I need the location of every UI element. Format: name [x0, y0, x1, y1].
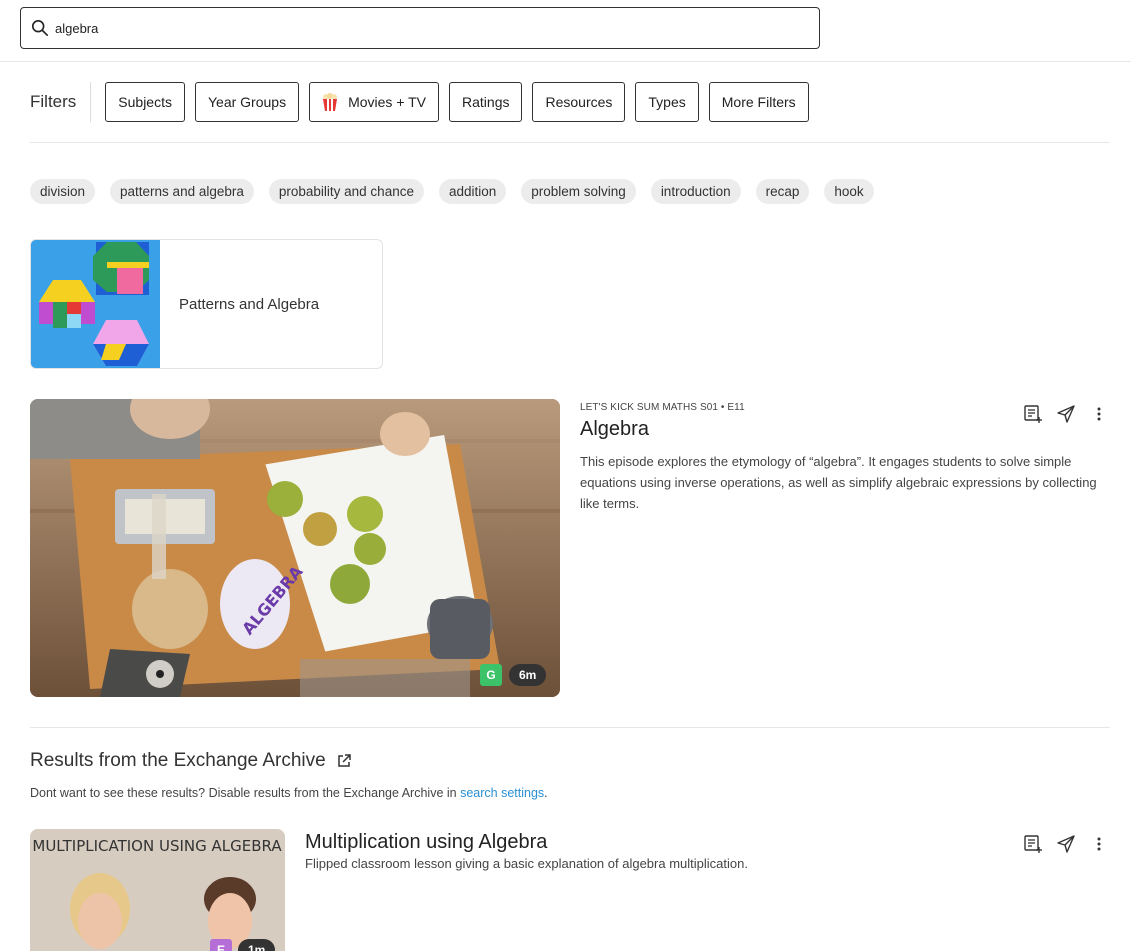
more-vertical-icon — [1097, 837, 1101, 851]
send-icon — [1057, 835, 1075, 853]
tag-chip[interactable]: patterns and algebra — [110, 179, 254, 204]
divider — [30, 142, 1110, 143]
tag-chip[interactable]: recap — [755, 179, 810, 204]
filter-ratings-button[interactable]: Ratings — [449, 82, 523, 122]
episode-title[interactable]: Algebra — [580, 418, 649, 441]
rating-badge: G — [480, 664, 502, 686]
search-settings-link[interactable]: search settings — [460, 786, 544, 800]
more-filters-label: More Filters — [721, 94, 796, 110]
episode-description: This episode explores the etymology of “… — [580, 454, 1097, 511]
filter-movies-tv-button[interactable]: Movies + TV — [309, 82, 440, 122]
episode-thumbnail[interactable]: ALGEBRA G 6m — [30, 399, 560, 697]
archive-title: Results from the Exchange Archive — [30, 750, 326, 771]
external-link-icon[interactable] — [336, 753, 352, 769]
duration-badge: 1m — [238, 939, 276, 951]
more-options-button[interactable] — [1089, 404, 1109, 424]
archive-item-image: MULTIPLICATION USING ALGEBRA — [30, 829, 285, 951]
filter-types-button[interactable]: Types — [635, 82, 699, 122]
filter-movies-tv-label: Movies + TV — [348, 94, 427, 110]
send-icon — [1057, 405, 1075, 423]
archive-item-actions — [1023, 834, 1122, 854]
episode-meta: LET'S KICK SUM MATHS S01 • E11 — [580, 402, 745, 413]
share-button[interactable] — [1056, 834, 1076, 854]
tag-chip[interactable]: probability and chance — [268, 179, 424, 204]
popcorn-icon — [323, 93, 338, 111]
duration-badge: 6m — [509, 664, 547, 686]
filter-year-groups-button[interactable]: Year Groups — [194, 82, 300, 122]
filter-subjects-button[interactable]: Subjects — [105, 82, 185, 122]
add-to-playlist-button[interactable] — [1023, 404, 1043, 424]
archive-note-text: Dont want to see these results? Disable … — [30, 786, 461, 800]
search-icon — [31, 19, 49, 37]
archive-item-title[interactable]: Multiplication using Algebra — [305, 831, 547, 854]
tag-chip[interactable]: introduction — [650, 179, 741, 204]
filter-year-groups-label: Year Groups — [207, 94, 287, 110]
more-vertical-icon — [1097, 407, 1101, 421]
archive-note: Dont want to see these results? Disable … — [30, 786, 548, 800]
collection-thumbnail — [31, 240, 160, 368]
episode-actions — [1023, 404, 1122, 424]
tag-chip[interactable]: addition — [438, 179, 507, 204]
episode-image: ALGEBRA — [30, 399, 560, 697]
divider — [30, 727, 1110, 728]
filter-subjects-label: Subjects — [118, 94, 172, 110]
collection-title: Patterns and Algebra — [179, 295, 320, 313]
tag-chip[interactable]: problem solving — [521, 179, 636, 204]
add-to-list-icon — [1024, 835, 1042, 853]
tag-chip[interactable]: hook — [824, 179, 874, 204]
collection-card[interactable]: Patterns and Algebra — [30, 239, 383, 369]
rating-badge: E — [210, 939, 232, 951]
suggested-tags: division patterns and algebra probabilit… — [30, 179, 889, 204]
archive-item-thumbnail[interactable]: MULTIPLICATION USING ALGEBRA E 1m — [30, 829, 285, 951]
archive-thumb-text: MULTIPLICATION USING ALGEBRA — [32, 837, 282, 855]
search-box[interactable] — [20, 7, 820, 49]
filter-resources-label: Resources — [545, 94, 613, 110]
filter-resources-button[interactable]: Resources — [532, 82, 626, 122]
more-options-button[interactable] — [1089, 834, 1109, 854]
add-to-list-icon — [1024, 405, 1042, 423]
archive-heading: Results from the Exchange Archive — [30, 750, 352, 772]
archive-note-suffix: . — [544, 786, 548, 800]
more-filters-button[interactable]: More Filters — [708, 82, 809, 122]
tag-chip[interactable]: division — [30, 179, 96, 204]
add-to-playlist-button[interactable] — [1023, 834, 1043, 854]
archive-item-description: Flipped classroom lesson giving a basic … — [305, 856, 748, 871]
share-button[interactable] — [1056, 404, 1076, 424]
filter-types-label: Types — [648, 94, 686, 110]
filter-ratings-label: Ratings — [462, 94, 510, 110]
search-bar — [0, 0, 1131, 62]
filters-label: Filters — [30, 82, 92, 122]
search-input[interactable] — [55, 20, 755, 36]
filter-bar: Filters Subjects Year Groups Movies + TV… — [30, 82, 819, 122]
